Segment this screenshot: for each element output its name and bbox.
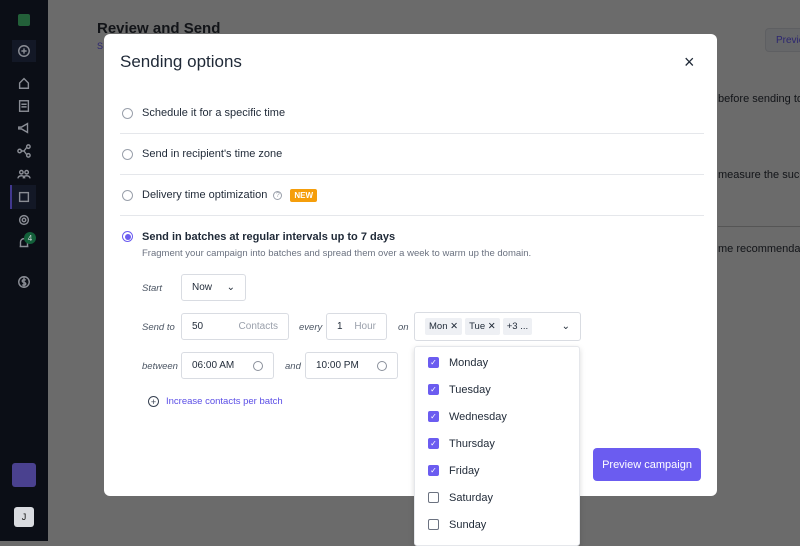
checkbox[interactable]: ✓ (428, 465, 439, 476)
checkbox[interactable]: ✓ (428, 384, 439, 395)
integrations-icon[interactable] (10, 185, 36, 209)
home-icon[interactable] (12, 73, 36, 93)
contacts-input[interactable]: 50 Contacts (181, 313, 289, 340)
bg-text: measure the succ (718, 169, 800, 181)
remove-icon[interactable]: ✕ (488, 321, 496, 332)
page-subtitle[interactable]: S (97, 41, 103, 51)
avatar[interactable]: J (14, 507, 34, 527)
to-time: 10:00 PM (316, 360, 359, 371)
day-label: Saturday (449, 491, 494, 504)
preview-campaign-button[interactable]: Preview campaign (593, 448, 701, 481)
contacts-value: 50 (192, 321, 204, 332)
create-icon[interactable] (12, 40, 36, 62)
billing-icon[interactable] (12, 272, 36, 292)
checkbox[interactable] (428, 519, 439, 530)
and-label: and (285, 361, 301, 372)
help-icon[interactable]: ? (273, 190, 283, 200)
day-label: Friday (449, 464, 480, 477)
plus-circle-icon: + (148, 396, 159, 407)
from-time-input[interactable]: 06:00 AM (181, 352, 274, 379)
clock-icon (377, 360, 387, 371)
to-time-input[interactable]: 10:00 PM (305, 352, 398, 379)
more-chip: +3 ... (502, 318, 533, 335)
day-option[interactable]: ✓ Tuesday (415, 376, 579, 403)
modal-title: Sending options (120, 52, 242, 71)
radio[interactable] (122, 107, 133, 119)
calendar-icon[interactable] (12, 463, 36, 487)
sidebar: 4 J (0, 0, 48, 541)
option-label: Send in batches at regular intervals up … (142, 230, 396, 243)
workflow-icon[interactable] (12, 141, 36, 161)
send-to-label: Send to (142, 322, 175, 333)
day-option[interactable]: Sunday (415, 511, 579, 538)
start-value: Now (192, 282, 213, 293)
batch-description: Fragment your campaign into batches and … (142, 248, 532, 259)
document-icon[interactable] (12, 96, 36, 116)
day-label: Sunday (449, 518, 487, 531)
radio[interactable] (122, 189, 133, 201)
on-label: on (398, 322, 409, 333)
day-chip: Tue ✕ (465, 318, 500, 335)
remove-icon[interactable]: ✕ (450, 321, 458, 332)
bg-text: before sending to (718, 93, 800, 105)
clock-icon (253, 360, 263, 371)
day-label: Wednesday (449, 410, 507, 423)
checkbox[interactable] (428, 492, 439, 503)
divider (718, 226, 800, 227)
notification-badge: 4 (24, 232, 36, 244)
start-label: Start (142, 283, 163, 294)
every-label: every (299, 322, 323, 333)
close-icon[interactable]: × (684, 52, 695, 73)
day-label: Tuesday (449, 383, 491, 396)
option-schedule[interactable]: Schedule it for a specific time (120, 93, 704, 134)
chevron-down-icon: ⌄ (226, 282, 235, 293)
days-multiselect[interactable]: Mon ✕ Tue ✕ +3 ... ⌄ (414, 312, 581, 341)
settings-icon[interactable] (12, 210, 36, 230)
contacts-unit: Contacts (238, 321, 278, 332)
every-input[interactable]: 1 Hour (326, 313, 387, 340)
new-badge: NEW (290, 188, 317, 202)
radio-selected[interactable] (122, 231, 133, 242)
day-label: Thursday (449, 437, 495, 450)
checkbox[interactable]: ✓ (428, 411, 439, 422)
start-select[interactable]: Now ⌄ (181, 274, 246, 301)
option-label: Delivery time optimization (142, 189, 268, 201)
option-label: Send in recipient's time zone (142, 148, 283, 160)
bg-text: me recommendat (718, 243, 800, 255)
day-option[interactable]: ✓ Friday (415, 457, 579, 484)
radio[interactable] (122, 148, 133, 160)
option-delivery-optimization[interactable]: Delivery time optimization? NEW (120, 175, 704, 216)
every-unit: Hour (354, 321, 376, 332)
day-option[interactable]: ✓ Thursday (415, 430, 579, 457)
increase-contacts-link[interactable]: + Increase contacts per batch (148, 396, 283, 407)
from-time: 06:00 AM (192, 360, 235, 371)
day-option[interactable]: Saturday (415, 484, 579, 511)
link-label: Increase contacts per batch (166, 396, 283, 407)
logo-icon[interactable] (12, 10, 36, 30)
checkbox[interactable]: ✓ (428, 438, 439, 449)
day-label: Monday (449, 356, 489, 369)
option-label: Schedule it for a specific time (142, 107, 286, 119)
megaphone-icon[interactable] (12, 118, 36, 138)
between-label: between (142, 361, 178, 372)
sending-options-modal: Sending options × Schedule it for a spec… (104, 34, 717, 496)
option-recipient-timezone[interactable]: Send in recipient's time zone (120, 134, 704, 175)
contacts-icon[interactable] (12, 164, 36, 184)
chevron-down-icon[interactable]: ⌄ (562, 321, 570, 332)
every-value: 1 (337, 321, 343, 332)
day-chip: Mon ✕ (425, 318, 463, 335)
day-option[interactable]: ✓ Monday (415, 349, 579, 376)
days-dropdown: ✓ Monday ✓ Tuesday ✓ Wednesday ✓ Thursday ✓ Frida… (414, 346, 580, 546)
checkbox[interactable]: ✓ (428, 357, 439, 368)
day-option[interactable]: ✓ Wednesday (415, 403, 579, 430)
preview-button-bg[interactable]: Previe (765, 28, 800, 52)
